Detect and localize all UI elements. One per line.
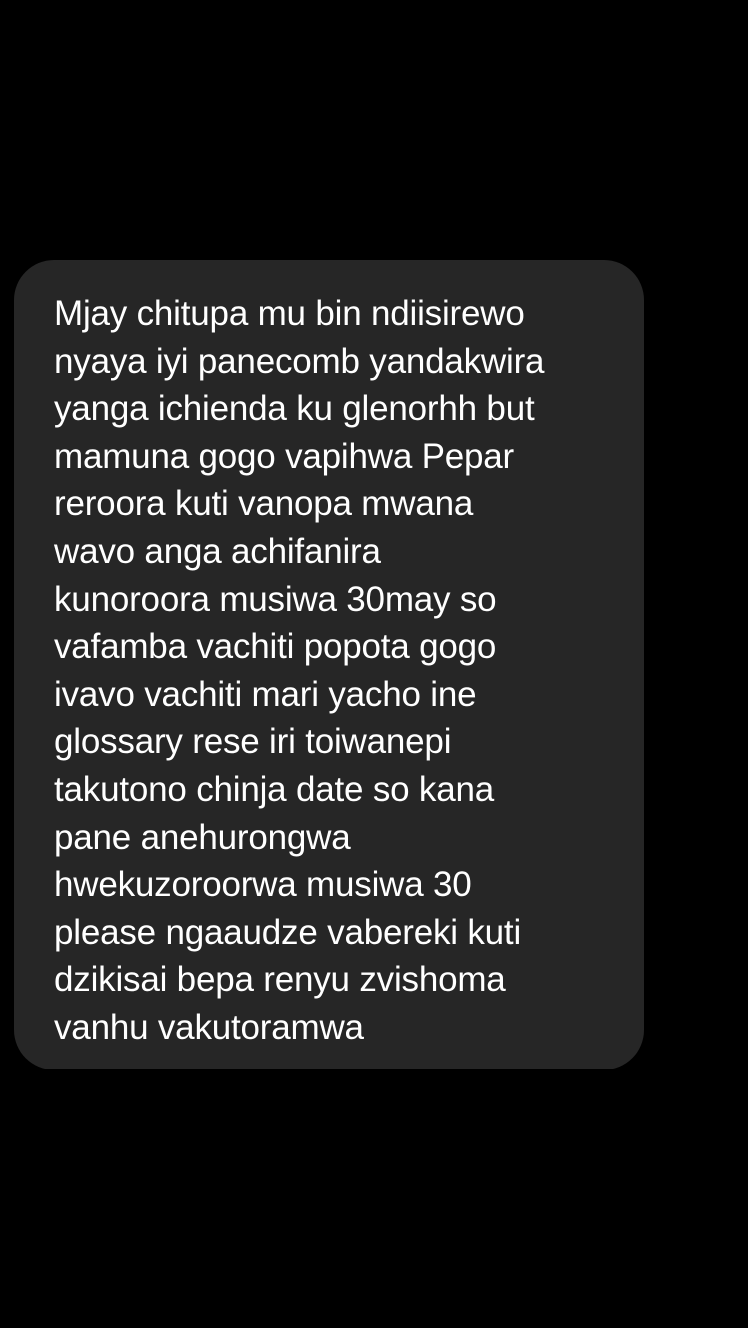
message-line: ivavo vachiti mari yacho ine	[54, 674, 477, 714]
message-line: takutono chinja date so kana	[54, 769, 495, 809]
message-line: yanga ichienda ku glenorhh but	[54, 389, 535, 429]
message-line: dzikisai bepa renyu zvishoma	[54, 960, 506, 1000]
message-line: please ngaaudze vabereki kuti	[54, 912, 522, 952]
message-line: hwekuzoroorwa musiwa 30	[54, 865, 472, 905]
message-line: glossary rese iri toiwanepi	[54, 722, 452, 762]
message-line: vanhu vakutoramwa	[54, 1007, 364, 1047]
message-line: nyaya iyi panecomb yandakwira	[54, 341, 545, 381]
message-line: pane anehurongwa	[54, 817, 351, 857]
message-text: Mjay chitupa mu bin ndiisirewo nyaya iyi…	[54, 290, 624, 1052]
message-line: Mjay chitupa mu bin ndiisirewo	[54, 294, 525, 333]
message-line: kunoroora musiwa 30may so	[54, 579, 497, 619]
dm-screen: Mjay chitupa mu bin ndiisirewo nyaya iyi…	[0, 0, 748, 1328]
message-line: mamuna gogo vapihwa Pepar	[54, 436, 515, 476]
screenshot-crop-area	[0, 1069, 748, 1328]
message-line: wavo anga achifanira	[54, 531, 381, 571]
received-message-bubble[interactable]: Mjay chitupa mu bin ndiisirewo nyaya iyi…	[14, 260, 644, 1070]
message-line: reroora kuti vanopa mwana	[54, 484, 474, 524]
message-line: vafamba vachiti popota gogo	[54, 627, 497, 667]
